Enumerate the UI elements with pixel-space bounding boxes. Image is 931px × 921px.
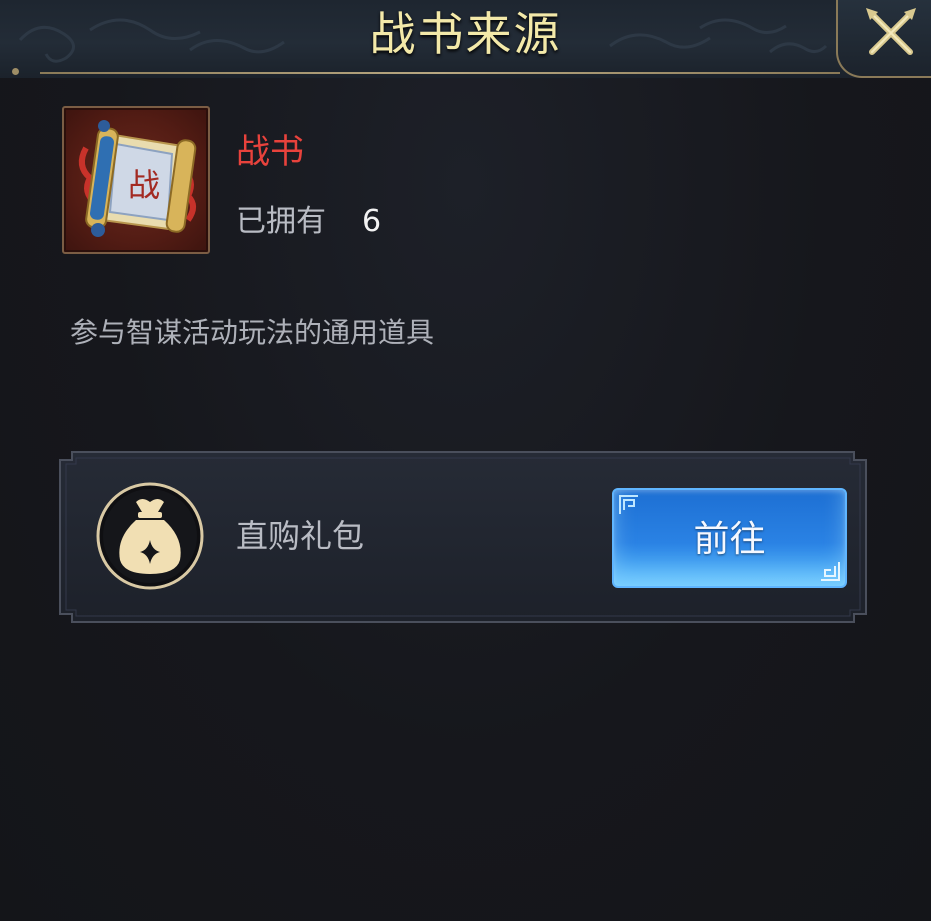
item-description: 参与智谋活动玩法的通用道具 <box>70 316 435 349</box>
dialog-title: 战书来源 <box>369 7 562 61</box>
source-dialog: 战书来源 战 战书 已拥有 6 参与智谋活动玩法的通用道具 直购礼包 前往 <box>0 0 931 921</box>
item-name: 战书 <box>236 132 304 172</box>
owned-count: 6 <box>362 204 382 239</box>
scroll-icon: 战 <box>78 120 197 237</box>
header-divider <box>40 72 840 74</box>
item-icon-frame: 战 <box>62 106 210 254</box>
close-x-icon[interactable] <box>864 6 918 60</box>
corner-ornament-icon <box>619 495 638 514</box>
money-bag-icon <box>96 482 204 590</box>
go-button-label: 前往 <box>693 519 766 560</box>
source-label: 直购礼包 <box>236 517 365 555</box>
scroll-glyph: 战 <box>128 166 160 204</box>
header-ornament-dot <box>12 68 19 75</box>
owned-label: 已拥有 <box>236 204 326 239</box>
go-button[interactable]: 前往 <box>612 488 847 588</box>
dialog-header: 战书来源 <box>0 0 931 78</box>
